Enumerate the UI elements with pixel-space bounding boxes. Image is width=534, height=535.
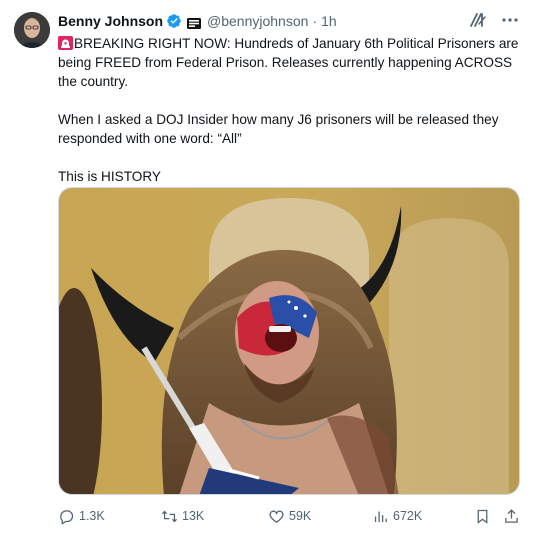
tweet-card[interactable]: Benny Johnson @bennyjohnson · 1h BREAKIN… [0,0,534,535]
tweet-paragraph-1: BREAKING RIGHT NOW: Hundreds of January … [58,34,520,91]
reply-icon [60,509,74,525]
like-count: 59K [289,509,312,523]
author-name[interactable]: Benny Johnson [58,13,163,29]
tweet-actions-bar: 1.3K 13K 59K 672K [58,506,524,526]
tweet-paragraph-3: This is HISTORY [58,169,161,184]
siren-icon [58,36,73,50]
tweet-header: Benny Johnson @bennyjohnson · 1h [58,11,337,31]
repost-icon [161,510,178,522]
reply-count: 1.3K [79,509,105,523]
views-icon [374,511,387,522]
verified-badge-icon[interactable] [166,13,182,29]
repost-button[interactable]: 13K [161,508,204,525]
views-button[interactable]: 672K [372,508,422,525]
affiliation-badge-icon[interactable] [187,16,202,29]
avatar[interactable] [14,12,50,48]
more-options-icon[interactable] [500,10,520,30]
tweet-photo[interactable] [58,187,520,495]
reply-button[interactable]: 1.3K [58,508,105,525]
heart-icon [269,510,284,523]
bookmark-button[interactable] [474,508,491,525]
author-handle[interactable]: @bennyjohnson [207,13,308,29]
tweet-paragraph-1-text: BREAKING RIGHT NOW: Hundreds of January … [58,36,519,89]
tweet-paragraph-2: When I asked a DOJ Insider how many J6 p… [58,112,499,146]
grok-icon[interactable] [468,10,488,30]
separator-dot: · [312,13,318,29]
views-count: 672K [393,509,423,523]
like-button[interactable]: 59K [268,508,311,525]
tweet-top-actions [468,10,520,30]
repost-count: 13K [182,509,205,523]
bookmark-icon [477,509,488,524]
share-button[interactable] [503,508,520,525]
tweet-text: BREAKING RIGHT NOW: Hundreds of January … [58,34,520,186]
share-icon [505,508,518,523]
post-time[interactable]: 1h [321,13,337,29]
